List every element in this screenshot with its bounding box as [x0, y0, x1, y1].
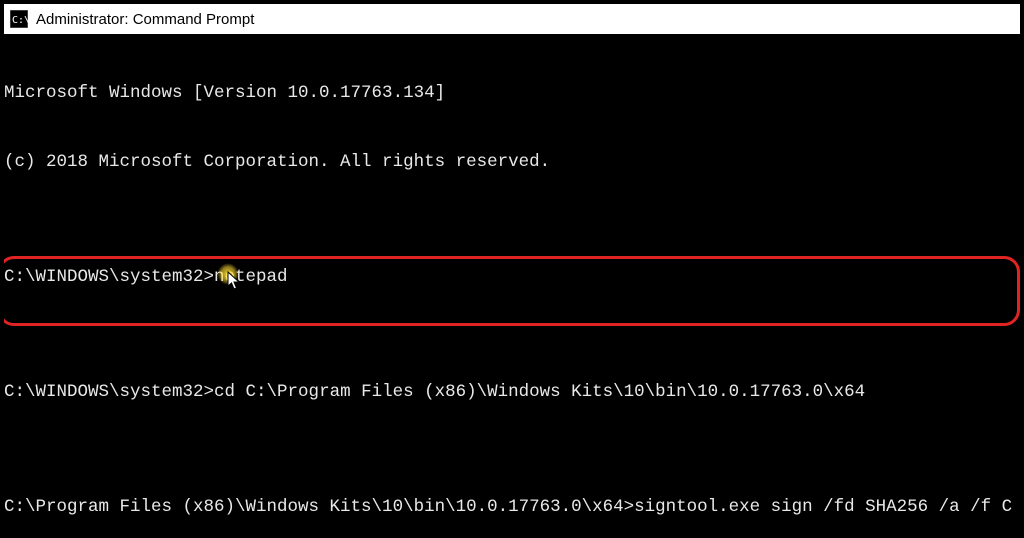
terminal-line: C:\WINDOWS\system32>notepad	[4, 266, 1020, 289]
command-text: notepad	[214, 267, 288, 287]
window-title: Administrator: Command Prompt	[36, 11, 254, 28]
prompt-path: C:\WINDOWS\system32>	[4, 267, 214, 287]
terminal-line: C:\WINDOWS\system32>cd C:\Program Files …	[4, 381, 1020, 404]
svg-text:C:\: C:\	[12, 15, 28, 26]
cmd-app-icon: C:\	[10, 10, 28, 28]
terminal-line: C:\Program Files (x86)\Windows Kits\10\b…	[4, 496, 1020, 519]
command-text: signtool.exe sign /fd SHA256 /a /f C	[634, 497, 1012, 517]
prompt-path: C:\Program Files (x86)\Windows Kits\10\b…	[4, 497, 634, 517]
terminal-line: Microsoft Windows [Version 10.0.17763.13…	[4, 82, 1020, 105]
window-titlebar[interactable]: C:\ Administrator: Command Prompt	[4, 4, 1020, 34]
terminal-viewport[interactable]: Microsoft Windows [Version 10.0.17763.13…	[4, 34, 1020, 534]
command-text: cd C:\Program Files (x86)\Windows Kits\1…	[214, 382, 865, 402]
prompt-path: C:\WINDOWS\system32>	[4, 382, 214, 402]
terminal-line: (c) 2018 Microsoft Corporation. All righ…	[4, 151, 1020, 174]
